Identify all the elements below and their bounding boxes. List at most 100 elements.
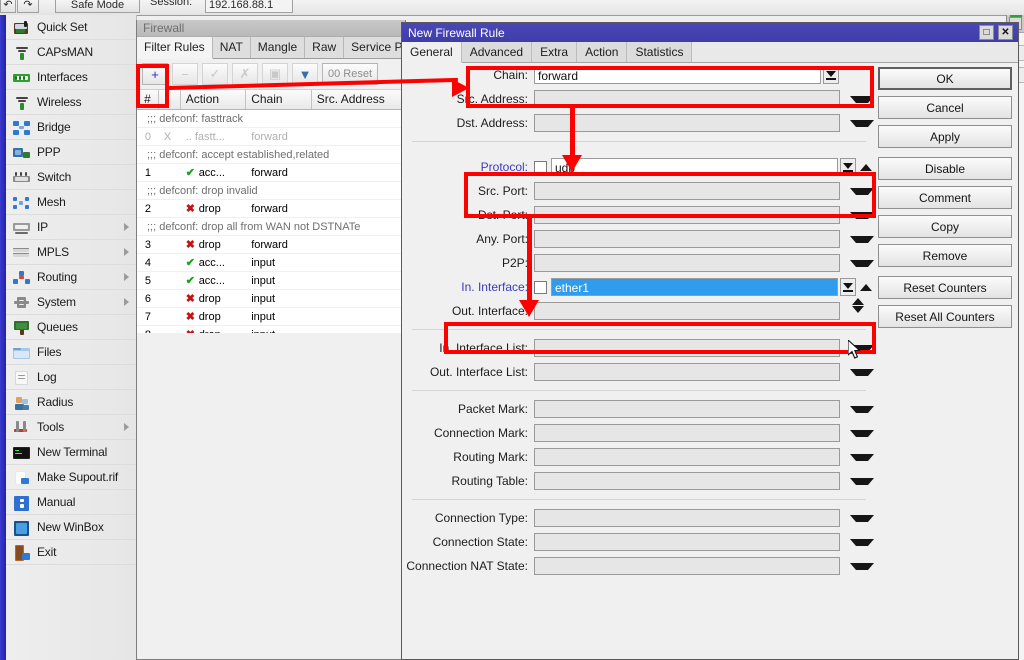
sidebar-item-log[interactable]: Log: [6, 365, 136, 390]
sidebar-item-radius[interactable]: Radius: [6, 390, 136, 415]
sidebar-item-routing[interactable]: Routing: [6, 265, 136, 290]
rules-comment-row[interactable]: ;;; defconf: drop invalid: [137, 182, 405, 200]
maximize-icon[interactable]: □: [979, 25, 994, 40]
sidebar-item-mesh[interactable]: Mesh: [6, 190, 136, 215]
sidebar-item-files[interactable]: Files: [6, 340, 136, 365]
column-header-flags[interactable]: [159, 90, 181, 109]
dropdown-arrow-icon[interactable]: [850, 187, 874, 195]
add-rule-button[interactable]: +: [142, 63, 168, 85]
dialog-tab-statistics[interactable]: Statistics: [627, 42, 693, 62]
input-out-interface-list[interactable]: [534, 363, 840, 381]
reset-counters-button[interactable]: Reset Counters: [878, 276, 1012, 299]
column-header-index[interactable]: #: [137, 90, 159, 109]
dialog-titlebar[interactable]: New Firewall Rule □ ✕: [402, 23, 1018, 42]
input-out-interface[interactable]: [534, 302, 840, 320]
dropdown-arrow-icon[interactable]: [850, 344, 874, 352]
input-src-port[interactable]: [534, 182, 840, 200]
sidebar-item-mpls[interactable]: MPLS: [6, 240, 136, 265]
dropdown-arrow-icon[interactable]: [850, 259, 874, 267]
sidebar-item-wireless[interactable]: Wireless: [6, 90, 136, 115]
input-routing-mark[interactable]: [534, 448, 840, 466]
sidebar-item-new-winbox[interactable]: New WinBox: [6, 515, 136, 540]
dialog-tab-general[interactable]: General: [402, 42, 462, 63]
spinner-up-icon[interactable]: [860, 163, 872, 171]
sidebar-item-queues[interactable]: Queues: [6, 315, 136, 340]
spinner-updown-icon[interactable]: [850, 297, 866, 320]
dropdown-button-chain[interactable]: [823, 66, 839, 84]
redo-icon[interactable]: ↷: [17, 0, 39, 13]
dropdown-arrow-icon[interactable]: [850, 368, 874, 376]
input-in-interface[interactable]: ether1: [551, 278, 838, 296]
sidebar-item-bridge[interactable]: Bridge: [6, 115, 136, 140]
sidebar-item-capsman[interactable]: CAPsMAN: [6, 40, 136, 65]
sidebar-item-ip[interactable]: IP: [6, 215, 136, 240]
sidebar-item-exit[interactable]: Exit: [6, 540, 136, 565]
close-icon[interactable]: ✕: [998, 25, 1013, 40]
dropdown-button-in-interface[interactable]: [840, 278, 856, 296]
checkbox-in-interface[interactable]: [534, 280, 547, 294]
firewall-tab-filter-rules[interactable]: Filter Rules: [137, 37, 213, 59]
dropdown-arrow-icon[interactable]: [850, 119, 874, 127]
apply-button[interactable]: Apply: [878, 125, 1012, 148]
undo-icon[interactable]: ↶: [0, 0, 16, 13]
column-header-chain[interactable]: Chain: [246, 90, 312, 109]
sidebar-item-switch[interactable]: Switch: [6, 165, 136, 190]
dialog-tab-extra[interactable]: Extra: [532, 42, 578, 62]
input-connection-state[interactable]: [534, 533, 840, 551]
reset-all-counters-button[interactable]: Reset All Counters: [878, 305, 1012, 328]
rules-comment-row[interactable]: ;;; defconf: drop all from WAN not DSTNA…: [137, 218, 405, 236]
input-dst-address[interactable]: [534, 114, 840, 132]
firewall-tab-raw[interactable]: Raw: [305, 37, 345, 58]
input-connection-nat-state[interactable]: [534, 557, 840, 575]
rules-table-row[interactable]: 7 ✖ drop input: [137, 308, 405, 326]
reset-counters-toolbar-button[interactable]: 00 Reset: [322, 63, 378, 85]
sidebar-item-tools[interactable]: Tools: [6, 415, 136, 440]
sidebar-item-system[interactable]: System: [6, 290, 136, 315]
input-protocol[interactable]: udp: [551, 158, 838, 176]
column-header-action[interactable]: Action: [181, 90, 247, 109]
dropdown-arrow-icon[interactable]: [850, 405, 874, 413]
dropdown-button-protocol[interactable]: [840, 158, 856, 176]
column-header-src-address[interactable]: Src. Address: [312, 90, 405, 109]
firewall-tab-nat[interactable]: NAT: [212, 37, 251, 58]
dropdown-arrow-icon[interactable]: [850, 429, 874, 437]
input-connection-mark[interactable]: [534, 424, 840, 442]
dropdown-arrow-icon[interactable]: [850, 477, 874, 485]
rules-comment-row[interactable]: ;;; defconf: accept established,related: [137, 146, 405, 164]
remove-button[interactable]: Remove: [878, 244, 1012, 267]
safe-mode-button[interactable]: Safe Mode: [55, 0, 140, 13]
firewall-tab-service-p[interactable]: Service P: [344, 37, 405, 58]
input-dst-port[interactable]: [534, 206, 840, 224]
sidebar-item-make-supout-rif[interactable]: Make Supout.rif: [6, 465, 136, 490]
spinner-up-icon[interactable]: [852, 297, 864, 305]
sidebar-item-ppp[interactable]: PPP: [6, 140, 136, 165]
rules-table-row[interactable]: 0 X .. fastt... forward: [137, 128, 405, 146]
ok-button[interactable]: OK: [878, 67, 1012, 90]
cancel-button[interactable]: Cancel: [878, 96, 1012, 119]
dropdown-arrow-icon[interactable]: [850, 538, 874, 546]
copy-button[interactable]: Copy: [878, 215, 1012, 238]
spinner-up-icon[interactable]: [860, 283, 872, 291]
disable-button[interactable]: Disable: [878, 157, 1012, 180]
dropdown-arrow-icon[interactable]: [850, 514, 874, 522]
rules-comment-row[interactable]: ;;; defconf: fasttrack: [137, 110, 405, 128]
input-packet-mark[interactable]: [534, 400, 840, 418]
sidebar-item-quick-set[interactable]: Quick Set: [6, 15, 136, 40]
input-connection-type[interactable]: [534, 509, 840, 527]
rules-table-row[interactable]: 8✖dropinput: [137, 326, 405, 334]
sidebar-item-interfaces[interactable]: Interfaces: [6, 65, 136, 90]
input-chain[interactable]: forward: [534, 66, 821, 84]
dropdown-arrow-icon[interactable]: [850, 211, 874, 219]
input-p2p[interactable]: [534, 254, 840, 272]
rules-table-row[interactable]: 1 ✔ acc... forward: [137, 164, 405, 182]
comment-button[interactable]: Comment: [878, 186, 1012, 209]
input-src-address[interactable]: [534, 90, 840, 108]
rules-table-row[interactable]: 3 ✖ drop forward: [137, 236, 405, 254]
spinner-down-icon[interactable]: [852, 305, 864, 325]
checkbox-protocol[interactable]: [534, 160, 547, 174]
rules-table-row[interactable]: 2 ✖ drop forward: [137, 200, 405, 218]
rules-table-row[interactable]: 6 ✖ drop input: [137, 290, 405, 308]
input-any-port[interactable]: [534, 230, 840, 248]
dialog-tab-action[interactable]: Action: [577, 42, 628, 62]
dialog-tab-advanced[interactable]: Advanced: [461, 42, 533, 62]
